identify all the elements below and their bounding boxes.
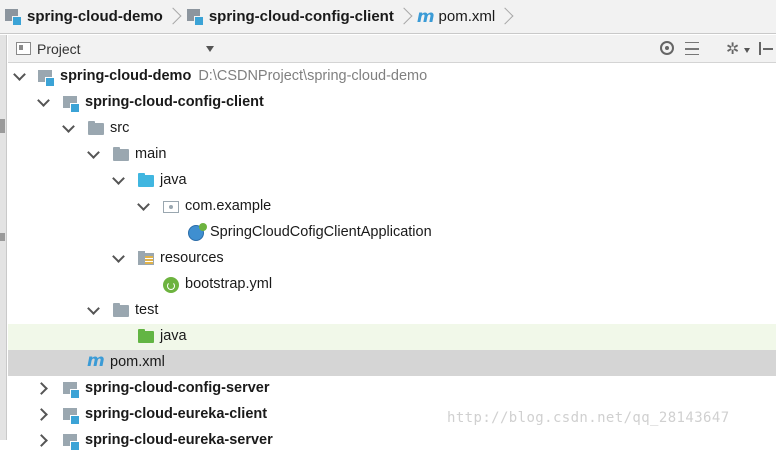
chevron-right-icon[interactable] [38, 383, 48, 393]
tree-row-main[interactable]: main [8, 142, 776, 168]
chevron-down-icon[interactable] [88, 305, 98, 315]
tree-row-label: spring-cloud-eureka-server [85, 432, 273, 448]
tree-row-label: java [160, 172, 187, 188]
chevron-down-icon[interactable] [38, 97, 48, 107]
locate-file-icon[interactable] [660, 41, 674, 55]
chevron-down-icon[interactable] [14, 71, 24, 81]
tree-row-eureka-server[interactable]: spring-cloud-eureka-server [8, 428, 776, 454]
chevron-down-icon[interactable] [113, 253, 123, 263]
tree-row-test[interactable]: test [8, 298, 776, 324]
left-tool-window-strip [0, 35, 7, 440]
tree-row-config-client[interactable]: spring-cloud-config-client [8, 90, 776, 116]
breadcrumb-item-spring-cloud-demo[interactable]: spring-cloud-demo [0, 0, 163, 34]
spring-config-file-icon [162, 276, 180, 294]
module-icon [37, 68, 55, 87]
breadcrumb-label: spring-cloud-config-client [208, 8, 394, 25]
maven-icon: m [416, 6, 435, 27]
module-icon [62, 432, 80, 451]
tree-row-java-main[interactable]: java [8, 168, 776, 194]
chevron-down-icon[interactable] [63, 123, 73, 133]
tree-row-app-class[interactable]: SpringCloudCofigClientApplication [8, 220, 776, 246]
tree-row-label: pom.xml [110, 354, 165, 370]
chevron-right-icon [167, 0, 179, 34]
module-icon [62, 406, 80, 425]
chevron-down-icon[interactable] [113, 175, 123, 185]
tree-row-config-server[interactable]: spring-cloud-config-server [8, 376, 776, 402]
tree-row-label: spring-cloud-config-server [85, 380, 270, 396]
tree-row-bootstrap[interactable]: bootstrap.yml [8, 272, 776, 298]
gear-icon[interactable]: ✲ [726, 39, 739, 58]
tree-row-label: spring-cloud-eureka-client [85, 406, 268, 422]
tree-row-label: main [135, 146, 167, 162]
source-folder-icon [137, 172, 155, 190]
project-view-icon [16, 42, 31, 55]
module-icon [62, 94, 80, 113]
strip-marker [0, 119, 5, 133]
tree-row-label: test [135, 302, 159, 318]
strip-marker [0, 233, 5, 241]
hide-panel-icon[interactable] [759, 41, 773, 57]
tree-row-pom[interactable]: m pom.xml [8, 350, 776, 376]
tree-row-label: spring-cloud-config-client [85, 94, 264, 110]
breadcrumb-item-config-client[interactable]: spring-cloud-config-client [182, 0, 394, 34]
dropdown-caret-icon[interactable] [206, 46, 214, 52]
tree-row-src[interactable]: src [8, 116, 776, 142]
watermark-text: http://blog.csdn.net/qq_28143647 [447, 410, 730, 426]
root-module-path: D:\CSDNProject\spring-cloud-demo [198, 68, 428, 84]
chevron-right-icon[interactable] [38, 409, 48, 419]
breadcrumb-label: pom.xml [438, 8, 496, 25]
root-module-name: spring-cloud-demo [60, 68, 192, 84]
project-view-selector[interactable]: Project [37, 41, 81, 57]
breadcrumb-item-pom-xml[interactable]: m pom.xml [413, 0, 495, 34]
folder-icon [112, 302, 130, 320]
spring-boot-class-icon [187, 223, 207, 242]
tree-row-resources[interactable]: resources [8, 246, 776, 272]
tree-row-label: bootstrap.yml [185, 276, 273, 292]
maven-icon: m [87, 351, 105, 372]
tree-row-label: resources [160, 250, 224, 266]
test-folder-icon [137, 328, 155, 346]
project-tree[interactable]: spring-cloud-demo D:\CSDNProject\spring-c… [8, 64, 776, 451]
module-icon [62, 380, 80, 399]
breadcrumb-label: spring-cloud-demo [27, 8, 163, 25]
tree-row-java-test[interactable]: java [8, 324, 776, 350]
tree-row-label: com.example [185, 198, 272, 214]
tree-row-label: src [110, 120, 130, 136]
folder-icon [112, 146, 130, 164]
navigation-breadcrumb: spring-cloud-demo spring-cloud-config-cl… [0, 0, 776, 34]
tree-row-label: java [160, 328, 187, 344]
project-toolbar: Project ✲ [8, 35, 776, 63]
folder-icon [87, 120, 105, 138]
chevron-right-icon [499, 0, 511, 34]
chevron-down-icon[interactable] [88, 149, 98, 159]
chevron-right-icon[interactable] [38, 435, 48, 445]
resources-folder-icon [137, 250, 155, 268]
chevron-right-icon [398, 0, 410, 34]
tree-row-label: spring-cloud-demo D:\CSDNProject\spring-c… [60, 68, 427, 84]
gear-dropdown-icon[interactable] [744, 48, 750, 53]
package-icon [162, 198, 180, 216]
tree-row-root[interactable]: spring-cloud-demo D:\CSDNProject\spring-c… [8, 64, 776, 90]
collapse-all-icon[interactable] [685, 41, 699, 57]
module-icon [186, 8, 204, 26]
maven-glyph: m [87, 351, 105, 371]
tree-row-label: SpringCloudCofigClientApplication [210, 224, 432, 240]
chevron-down-icon[interactable] [138, 201, 148, 211]
tree-row-package[interactable]: com.example [8, 194, 776, 220]
module-icon [4, 8, 22, 26]
